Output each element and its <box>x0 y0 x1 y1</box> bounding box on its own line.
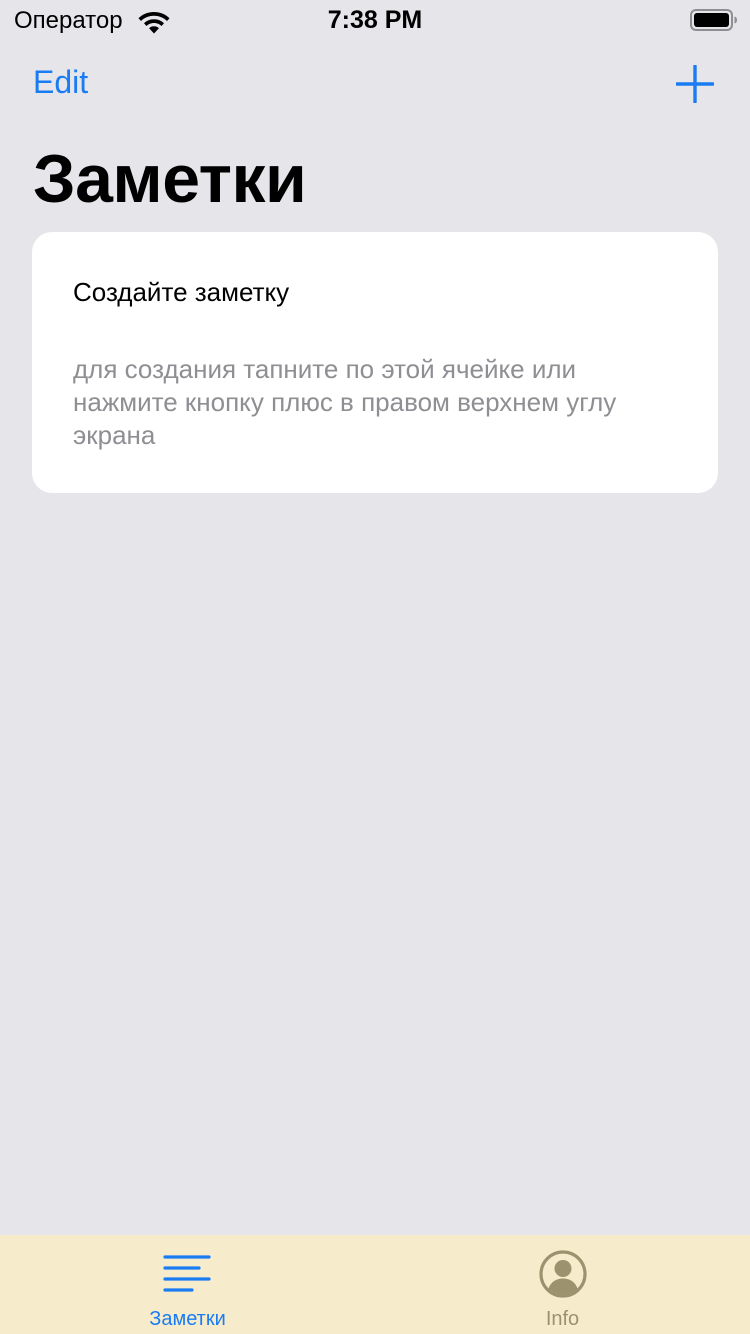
status-bar: Оператор 7:38 PM <box>0 0 750 40</box>
person-circle-icon <box>539 1250 587 1298</box>
tab-bar: Заметки Info <box>0 1235 750 1334</box>
list-icon <box>163 1255 211 1292</box>
note-hint: для создания тапните по этой ячейке или … <box>73 354 617 450</box>
tab-info[interactable]: Info <box>375 1235 750 1334</box>
edit-button[interactable]: Edit <box>33 64 88 101</box>
tab-info-label: Info <box>545 1308 580 1330</box>
tab-notes-label: Заметки <box>149 1308 226 1330</box>
status-time: 7:38 PM <box>327 6 423 34</box>
create-note-cell[interactable]: Создайте заметку для создания тапните по… <box>32 232 718 493</box>
battery-icon <box>690 9 737 31</box>
page-title: Заметки <box>33 141 307 217</box>
plus-icon[interactable] <box>676 65 714 103</box>
tab-notes[interactable]: Заметки <box>0 1235 375 1334</box>
note-title: Создайте заметку <box>73 277 290 307</box>
